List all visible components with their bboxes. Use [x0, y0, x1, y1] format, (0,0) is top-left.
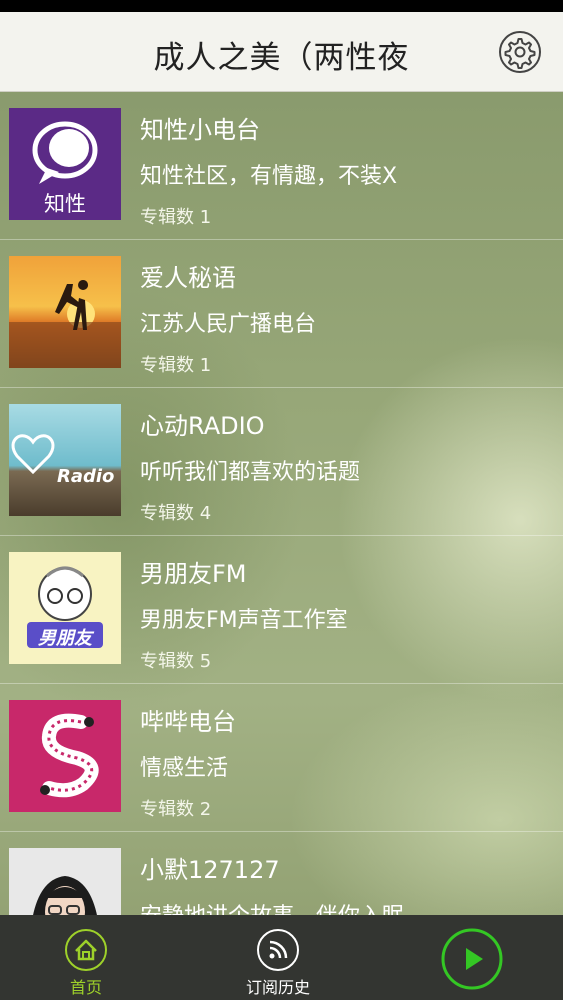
channel-thumbnail: 男朋友 [9, 552, 121, 664]
channel-title: 知性小电台 [140, 116, 260, 144]
tab-history-label: 订阅历史 [245, 978, 310, 997]
album-count: 专辑数 5 [140, 651, 212, 672]
channel-description: 男朋友FM声音工作室 [140, 608, 348, 633]
app-screen: 成人之美（两性夜 知性 知性小电台 知性社区，有情趣，不装X 专辑数 1 爱人秘… [0, 0, 563, 1000]
home-icon [65, 929, 107, 971]
letter-s-figure-image [40, 713, 99, 798]
settings-button[interactable] [498, 30, 542, 74]
channel-description: 情感生活 [140, 756, 229, 781]
list-item[interactable]: 爱人秘语 江苏人民广播电台 专辑数 1 [0, 240, 563, 388]
channel-thumbnail: 知性 [9, 108, 121, 220]
album-count: 专辑数 4 [140, 503, 212, 524]
thumbnail-label: 男朋友 [38, 628, 92, 649]
list-item[interactable]: 哔哔电台 情感生活 专辑数 2 [0, 684, 563, 832]
heart-logo-image [11, 434, 55, 475]
channel-description: 知性社区，有情趣，不装X [140, 164, 398, 189]
status-bar [0, 0, 563, 12]
channel-title: 男朋友FM [140, 560, 247, 588]
couple-silhouette-image [9, 280, 121, 368]
page-title: 成人之美（两性夜 [153, 40, 410, 76]
channel-description: 听听我们都喜欢的话题 [140, 460, 361, 485]
tab-home[interactable]: 首页 [26, 915, 146, 1000]
gear-icon [499, 31, 541, 73]
tab-subscription-history[interactable]: 订阅历史 [218, 915, 338, 1000]
list-item[interactable]: Radio 心动RADIO 听听我们都喜欢的话题 专辑数 4 [0, 388, 563, 536]
nav-bar: 成人之美（两性夜 [0, 12, 563, 92]
tab-home-label: 首页 [69, 978, 102, 997]
play-icon [441, 928, 503, 990]
list-item[interactable]: 男朋友 男朋友FM 男朋友FM声音工作室 专辑数 5 [0, 536, 563, 684]
channel-title: 爱人秘语 [140, 264, 236, 292]
channel-thumbnail: Radio [9, 404, 121, 516]
channel-description: 江苏人民广播电台 [140, 312, 317, 337]
album-count: 专辑数 1 [140, 355, 212, 376]
album-count: 专辑数 1 [140, 207, 212, 228]
thumbnail-label: 知性 [44, 192, 86, 216]
channel-thumbnail [9, 700, 121, 812]
channel-title: 心动RADIO [140, 412, 265, 440]
thumbnail-label: Radio [57, 466, 115, 487]
rss-icon [257, 929, 299, 971]
channel-thumbnail [9, 256, 121, 368]
album-count: 专辑数 2 [140, 799, 212, 820]
channel-title: 哔哔电台 [140, 708, 236, 736]
tab-bar: 首页 订阅历史 [0, 915, 563, 1000]
channel-title: 小默127127 [140, 856, 280, 884]
play-button[interactable] [441, 928, 503, 990]
list-item[interactable]: 知性 知性小电台 知性社区，有情趣，不装X 专辑数 1 [0, 92, 563, 240]
